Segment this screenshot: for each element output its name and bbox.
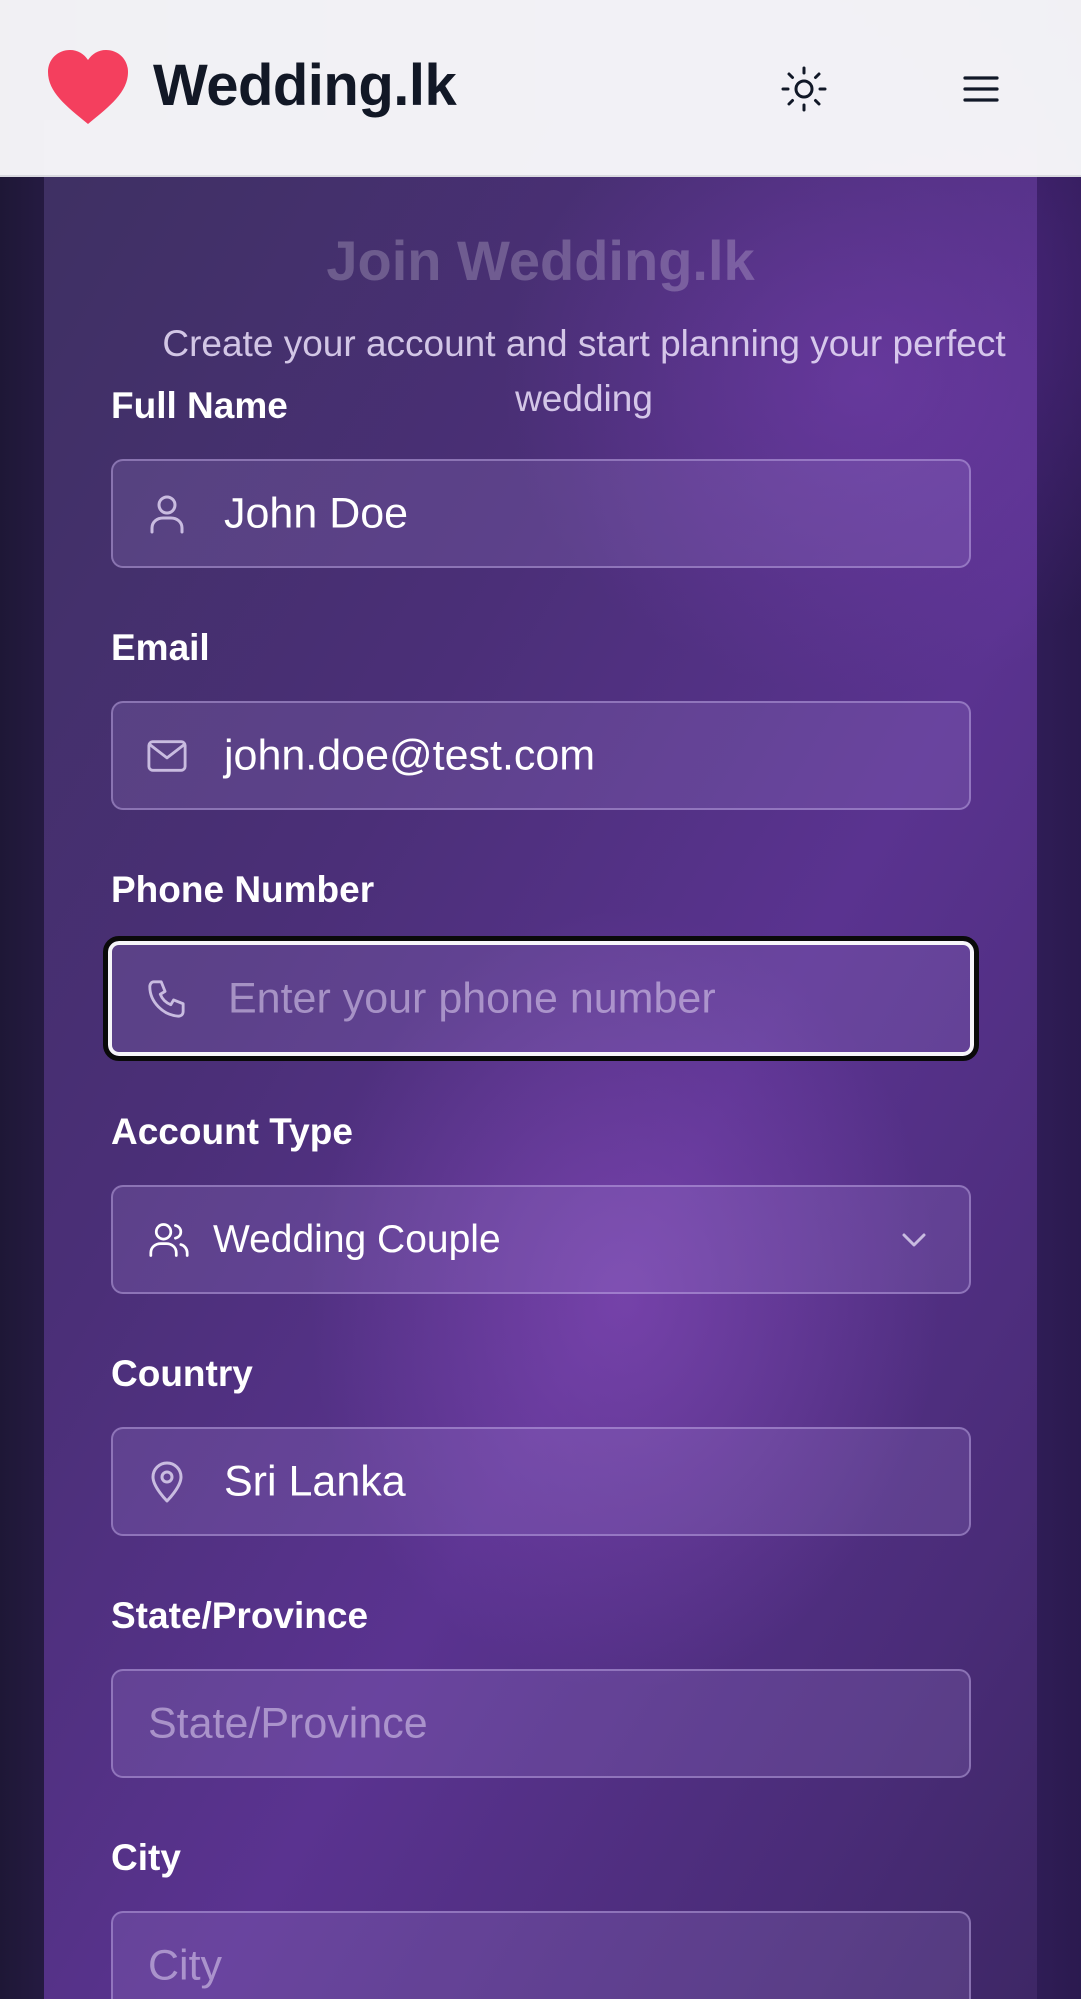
city-placeholder: City xyxy=(148,1941,223,1989)
top-navbar: Wedding.lk xyxy=(0,0,1081,177)
heart-icon[interactable] xyxy=(46,48,130,126)
account-type-select[interactable]: Wedding Couple xyxy=(111,1185,971,1294)
full-name-label: Full Name xyxy=(111,385,288,426)
chevron-down-icon xyxy=(897,1223,931,1257)
city-label: City xyxy=(111,1837,181,1878)
sun-icon[interactable] xyxy=(779,64,829,114)
email-label: Email xyxy=(111,627,210,668)
user-icon xyxy=(147,494,187,534)
hamburger-menu-icon[interactable] xyxy=(958,66,1004,112)
phone-icon xyxy=(146,979,186,1019)
city-input[interactable]: City xyxy=(111,1911,971,1999)
email-value: john.doe@test.com xyxy=(224,731,596,779)
account-type-value: Wedding Couple xyxy=(213,1217,501,1261)
country-value: Sri Lanka xyxy=(224,1457,406,1505)
country-label: Country xyxy=(111,1353,253,1394)
phone-placeholder: Enter your phone number xyxy=(228,974,716,1022)
users-icon xyxy=(149,1220,189,1260)
full-name-value: John Doe xyxy=(224,489,409,537)
state-input[interactable]: State/Province xyxy=(111,1669,971,1778)
card-title: Join Wedding.lk xyxy=(326,229,755,292)
state-label: State/Province xyxy=(111,1595,369,1636)
country-field[interactable]: Sri Lanka xyxy=(111,1427,971,1536)
map-pin-icon xyxy=(147,1461,187,1502)
brand-name[interactable]: Wedding.lk xyxy=(153,52,457,119)
mail-icon xyxy=(147,736,187,776)
account-type-label: Account Type xyxy=(111,1111,353,1152)
phone-label: Phone Number xyxy=(111,869,375,910)
full-name-field[interactable]: John Doe xyxy=(111,459,971,568)
state-placeholder: State/Province xyxy=(148,1699,428,1747)
phone-input[interactable]: Enter your phone number xyxy=(103,936,979,1061)
email-field[interactable]: john.doe@test.com xyxy=(111,701,971,810)
